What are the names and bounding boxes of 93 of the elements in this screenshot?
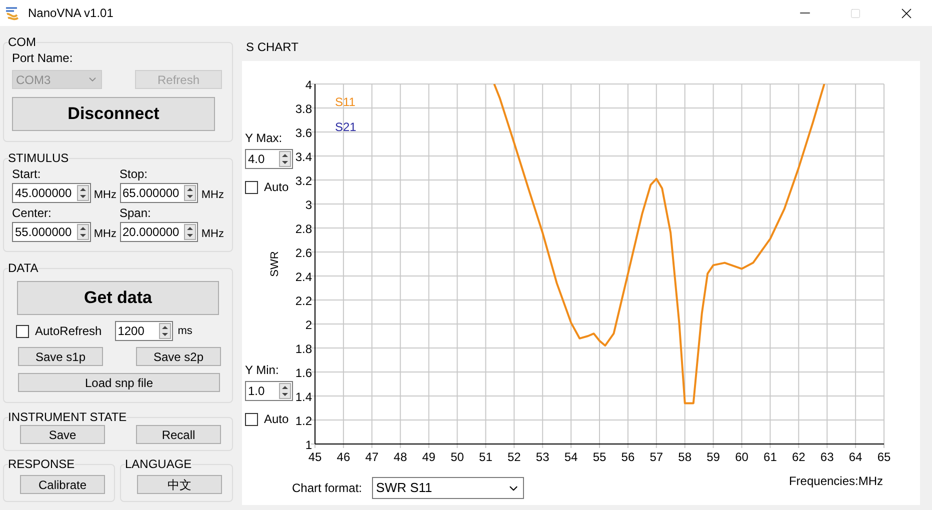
y-min-field[interactable]: 1.0 xyxy=(245,381,293,401)
x-tick-label: 56 xyxy=(621,450,635,464)
y-tick-label: 3.2 xyxy=(295,174,312,188)
x-tick-label: 54 xyxy=(564,450,578,464)
spin-arrows-icon[interactable] xyxy=(279,383,291,399)
field-label: Stop: xyxy=(120,166,149,183)
y-tick-label: 2.2 xyxy=(295,294,312,308)
language-button[interactable]: 中文 xyxy=(137,475,222,494)
number-field[interactable]: 65.000000 xyxy=(120,183,198,203)
x-tick-label: 55 xyxy=(592,450,606,464)
group-title: LANGUAGE xyxy=(125,456,192,473)
y-tick-label: 1.4 xyxy=(295,390,312,404)
x-tick-label: 49 xyxy=(422,450,436,464)
checkbox[interactable] xyxy=(245,180,258,194)
x-tick-label: 61 xyxy=(764,450,777,464)
field-label: Center: xyxy=(12,205,52,222)
load-file-button[interactable]: Load snp file xyxy=(18,373,220,392)
field-label: Chart format: xyxy=(292,480,362,497)
x-tick-label: 52 xyxy=(507,450,521,464)
x-tick-label: 47 xyxy=(365,450,379,464)
y-tick-label: 1.8 xyxy=(295,342,312,356)
unit-label: MHz xyxy=(94,188,116,202)
x-tick-label: 57 xyxy=(650,450,664,464)
y-tick-label: 2 xyxy=(305,318,312,332)
field-label: Start: xyxy=(12,166,42,183)
spin-arrows-icon[interactable] xyxy=(279,151,291,167)
x-tick-label: 64 xyxy=(848,450,862,464)
unit-label: MHz xyxy=(201,188,224,202)
number-field[interactable]: 20.000000 xyxy=(120,222,198,242)
y-tick-label: 4 xyxy=(305,78,312,92)
field-label: Port Name: xyxy=(12,50,74,67)
x-tick-label: 53 xyxy=(536,450,550,464)
y-tick-label: 1.2 xyxy=(295,414,312,428)
y-tick-label: 2.4 xyxy=(295,270,312,284)
disconnect-button[interactable]: Disconnect xyxy=(12,97,215,131)
spin-arrows-icon[interactable] xyxy=(184,185,196,201)
state-button[interactable]: Save xyxy=(20,425,105,444)
x-tick-label: 46 xyxy=(336,450,350,464)
y-axis-title: SWR xyxy=(269,251,281,277)
group-title: INSTRUMENT STATE xyxy=(8,409,127,426)
interval-field[interactable]: 1200 xyxy=(114,321,173,341)
state-button[interactable]: Recall xyxy=(136,425,221,444)
x-tick-label: 59 xyxy=(706,450,720,464)
x-tick-label: 60 xyxy=(735,450,748,464)
y-tick-label: 2.8 xyxy=(295,222,312,236)
unit-label: MHz xyxy=(94,226,116,242)
y-tick-label: 1.6 xyxy=(295,366,312,380)
field-label: Span: xyxy=(120,205,152,222)
checkbox-label: Auto xyxy=(264,411,289,428)
checkbox-label: Auto xyxy=(264,179,289,196)
y-tick-label: 2.6 xyxy=(295,246,312,260)
x-tick-label: 51 xyxy=(479,450,492,464)
y-tick-label: 3 xyxy=(305,198,312,212)
group-title: DATA xyxy=(8,260,38,277)
save-button[interactable]: Save s2p xyxy=(136,347,221,366)
x-axis-title: Frequencies:MHz xyxy=(788,474,883,488)
field-label: Y Max: xyxy=(245,130,284,147)
spin-arrows-icon[interactable] xyxy=(184,224,196,240)
x-tick-label: 58 xyxy=(678,450,692,464)
y-tick-label: 1 xyxy=(305,438,312,452)
x-tick-label: 45 xyxy=(308,450,322,464)
x-tick-label: 63 xyxy=(820,450,834,464)
checkbox[interactable] xyxy=(16,324,29,338)
group-title: COM xyxy=(8,34,36,51)
field-label: Y Min: xyxy=(245,362,280,379)
number-field[interactable]: 55.000000 xyxy=(12,222,91,242)
unit-label: MHz xyxy=(201,226,224,242)
group-title: S CHART xyxy=(246,39,300,56)
unit-label: ms xyxy=(178,324,192,339)
spin-arrows-icon[interactable] xyxy=(76,185,89,201)
window-title: NanoVNA v1.01 xyxy=(28,5,114,22)
calibrate-button[interactable]: Calibrate xyxy=(20,475,105,494)
group-title: RESPONSE xyxy=(8,456,75,473)
group-title: STIMULUS xyxy=(8,150,69,167)
legend-label: S21 xyxy=(335,120,356,134)
y-tick-label: 3.8 xyxy=(295,102,312,116)
checkbox[interactable] xyxy=(245,412,258,426)
y-tick-label: 3.4 xyxy=(295,150,312,164)
x-tick-label: 62 xyxy=(792,450,806,464)
save-button[interactable]: Save s1p xyxy=(18,347,103,366)
checkbox-label: AutoRefresh xyxy=(35,323,102,340)
legend-label: S11 xyxy=(335,95,356,109)
spin-arrows-icon[interactable] xyxy=(76,224,89,240)
y-max-field[interactable]: 4.0 xyxy=(245,149,293,169)
number-field[interactable]: 45.000000 xyxy=(12,183,91,203)
chart-format-dropdown[interactable]: SWR S11 xyxy=(372,477,524,499)
spin-arrows-icon[interactable] xyxy=(158,323,171,339)
x-tick-label: 48 xyxy=(394,450,408,464)
y-tick-label: 3.6 xyxy=(295,126,312,140)
x-tick-label: 65 xyxy=(877,450,891,464)
x-tick-label: 50 xyxy=(450,450,464,464)
get-data-button[interactable]: Get data xyxy=(17,281,219,315)
app-icon xyxy=(5,5,21,21)
